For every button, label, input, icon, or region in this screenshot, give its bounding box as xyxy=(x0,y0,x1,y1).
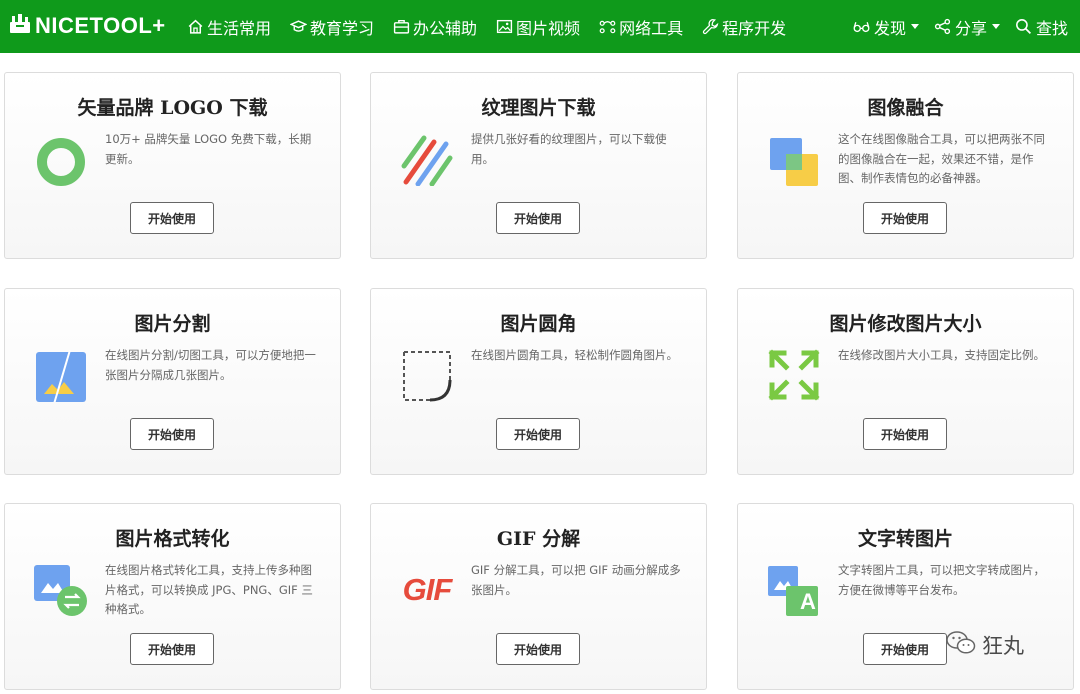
nav-item-office[interactable]: 办公辅助 xyxy=(392,15,477,39)
network-icon xyxy=(598,18,616,36)
gif-icon-text: GIF xyxy=(402,572,453,607)
card-title: GIF 分解 xyxy=(496,528,581,550)
start-button[interactable]: 开始使用 xyxy=(496,418,580,450)
nav-label: 程序开发 xyxy=(722,18,787,38)
card-description: 提供几张好看的纹理图片，可以下载使用。 xyxy=(471,132,667,166)
watermark-text: 狂丸 xyxy=(982,634,1024,658)
text-to-image-icon: A xyxy=(765,561,823,619)
image-icon xyxy=(495,18,513,36)
nav-item-image-video[interactable]: 图片视频 xyxy=(495,15,580,39)
glasses-icon xyxy=(853,18,871,36)
card-title: 纹理图片下载 xyxy=(481,97,596,119)
card-title: 矢量品牌 LOGO 下载 xyxy=(77,97,268,119)
card-title: 图片格式转化 xyxy=(115,528,230,550)
share-icon xyxy=(934,18,952,36)
nav-item-life[interactable]: 生活常用 xyxy=(186,15,271,39)
rounded-corner-icon xyxy=(398,346,456,404)
card-title: 文字转图片 xyxy=(857,528,953,550)
watermark: 狂丸 xyxy=(946,630,1024,660)
start-button[interactable]: 开始使用 xyxy=(863,202,947,234)
tool-card-format-convert[interactable]: 图片格式转化 在线图片格式转化工具，支持上传多种图片格式，可以转换成 JPG、P… xyxy=(4,503,341,690)
secondary-nav: 发现 分享 查找 xyxy=(838,0,1068,53)
nav-label: 网络工具 xyxy=(619,18,684,38)
start-button[interactable]: 开始使用 xyxy=(130,418,214,450)
card-description: 这个在线图像融合工具，可以把两张不同的图像融合在一起，效果还不错，是作图、制作表… xyxy=(838,132,1045,185)
nav-discover-dropdown[interactable]: 发现 xyxy=(853,15,919,39)
tool-card-gif-split[interactable]: GIF 分解 GIF GIF 分解工具，可以把 GIF 动画分解成多张图片。 开… xyxy=(370,503,707,690)
search-icon xyxy=(1015,18,1033,36)
nav-label: 发现 xyxy=(873,18,906,38)
image-convert-icon xyxy=(32,561,90,619)
card-description: 在线修改图片大小工具，支持固定比例。 xyxy=(838,348,1045,362)
nav-label: 教育学习 xyxy=(310,18,375,38)
card-description: 在线图片分割/切图工具，可以方便地把一张图片分隔成几张图片。 xyxy=(105,348,316,382)
tool-card-text-to-image[interactable]: 文字转图片 A 文字转图片工具，可以把文字转成图片，方便在微博等平台发布。 开始… xyxy=(737,503,1074,690)
ring-icon xyxy=(32,130,90,188)
nav-item-education[interactable]: 教育学习 xyxy=(289,15,374,39)
tool-card-rounded-corner[interactable]: 图片圆角 在线图片圆角工具，轻松制作圆角图片。 开始使用 xyxy=(370,288,707,475)
tool-card-vector-logo[interactable]: 矢量品牌 LOGO 下载 10万+ 品牌矢量 LOGO 免费下载，长期更新。 开… xyxy=(4,72,341,259)
nav-item-network[interactable]: 网络工具 xyxy=(598,15,683,39)
wechat-icon xyxy=(946,630,976,660)
card-description: GIF 分解工具，可以把 GIF 动画分解成多张图片。 xyxy=(471,563,681,597)
overlap-icon xyxy=(765,130,823,188)
chevron-down-icon xyxy=(910,24,919,29)
nav-label: 分享 xyxy=(954,18,987,38)
gif-icon: GIF xyxy=(398,561,456,619)
split-image-icon xyxy=(32,346,90,404)
nav-search[interactable]: 查找 xyxy=(1015,15,1068,39)
tool-card-texture[interactable]: 纹理图片下载 提供几张好看的纹理图片，可以下载使用。 开始使用 xyxy=(370,72,707,259)
graduation-cap-icon xyxy=(289,18,307,36)
card-description: 文字转图片工具，可以把文字转成图片，方便在微博等平台发布。 xyxy=(838,563,1045,597)
start-button[interactable]: 开始使用 xyxy=(863,633,947,665)
home-icon xyxy=(186,18,204,36)
card-title: 图片分割 xyxy=(134,313,211,335)
letter-a-glyph: A xyxy=(800,589,816,614)
nav-item-dev[interactable]: 程序开发 xyxy=(701,15,786,39)
brand-name: NICETOOL+ xyxy=(35,13,166,38)
briefcase-icon xyxy=(392,18,410,36)
start-button[interactable]: 开始使用 xyxy=(130,202,214,234)
chevron-down-icon xyxy=(991,24,1000,29)
start-button[interactable]: 开始使用 xyxy=(496,633,580,665)
nav-label: 生活常用 xyxy=(207,18,272,38)
card-description: 在线图片格式转化工具，支持上传多种图片格式，可以转换成 JPG、PNG、GIF … xyxy=(105,563,313,616)
nav-label: 查找 xyxy=(1035,18,1068,38)
nav-label: 图片视频 xyxy=(516,18,581,38)
card-description: 10万+ 品牌矢量 LOGO 免费下载，长期更新。 xyxy=(105,132,312,166)
resize-arrows-icon xyxy=(765,346,823,404)
nav-share-dropdown[interactable]: 分享 xyxy=(934,15,1000,39)
card-title: 图片圆角 xyxy=(500,313,577,335)
card-title: 图片修改图片大小 xyxy=(829,313,982,335)
card-description: 在线图片圆角工具，轻松制作圆角图片。 xyxy=(471,348,678,362)
tool-card-image-blend[interactable]: 图像融合 这个在线图像融合工具，可以把两张不同的图像融合在一起，效果还不错，是作… xyxy=(737,72,1074,259)
top-navbar: NICETOOL+ 生活常用 教育学习 办公辅助 图片视频 网络工具 程序开发 … xyxy=(0,0,1080,53)
main-nav: 生活常用 教育学习 办公辅助 图片视频 网络工具 程序开发 xyxy=(186,0,804,53)
toolbox-logo-icon xyxy=(9,14,31,38)
start-button[interactable]: 开始使用 xyxy=(496,202,580,234)
card-title: 图像融合 xyxy=(867,97,944,119)
start-button[interactable]: 开始使用 xyxy=(863,418,947,450)
tool-card-image-split[interactable]: 图片分割 在线图片分割/切图工具，可以方便地把一张图片分隔成几张图片。 开始使用 xyxy=(4,288,341,475)
site-logo[interactable]: NICETOOL+ xyxy=(9,12,166,40)
nav-label: 办公辅助 xyxy=(413,18,478,38)
wrench-icon xyxy=(701,18,719,36)
tool-card-resize[interactable]: 图片修改图片大小 在线修改图片大小工具，支持固定比例。 开始使用 xyxy=(737,288,1074,475)
stripes-icon xyxy=(398,130,456,188)
start-button[interactable]: 开始使用 xyxy=(130,633,214,665)
